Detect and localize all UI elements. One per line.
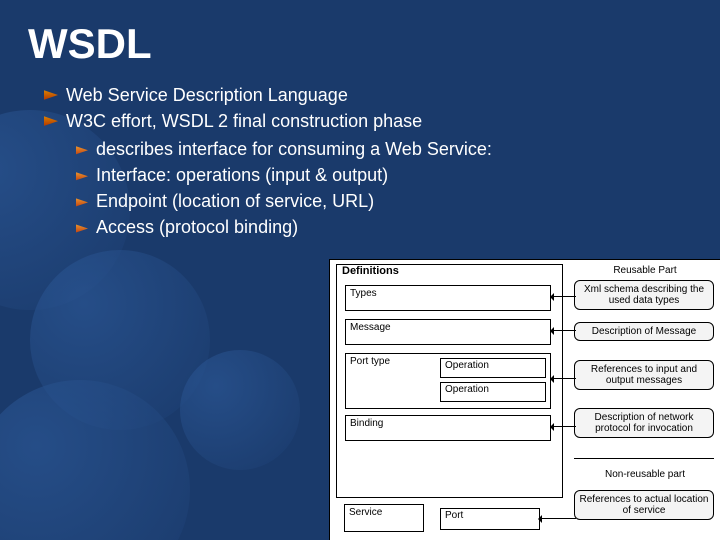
message-box: Message [345, 319, 551, 345]
definitions-box: Definitions Types Message Port type Oper… [336, 264, 563, 498]
desc-location: References to actual location of service [574, 490, 714, 520]
arrow-icon [552, 296, 576, 297]
porttype-box: Port type Operation Operation [345, 353, 551, 409]
reusable-label: Reusable Part [576, 262, 714, 279]
list-item: Interface: operations (input & output) [76, 162, 720, 188]
operation-box: Operation [440, 382, 546, 402]
arrow-icon [552, 330, 576, 331]
list-item: Web Service Description Language [44, 82, 720, 108]
list-item: Access (protocol binding) [76, 214, 720, 240]
types-box: Types [345, 285, 551, 311]
operation-box: Operation [440, 358, 546, 378]
list-item: describes interface for consuming a Web … [76, 136, 720, 162]
list-item: Endpoint (location of service, URL) [76, 188, 720, 214]
desc-refs: References to input and output messages [574, 360, 714, 390]
definitions-title: Definitions [336, 264, 405, 278]
divider [574, 458, 714, 459]
slide-title: WSDL [0, 0, 720, 68]
nonreusable-label: Non-reusable part [576, 466, 714, 483]
desc-network: Description of network protocol for invo… [574, 408, 714, 438]
port-box: Port [440, 508, 540, 530]
desc-message: Description of Message [574, 322, 714, 341]
service-box: Service [344, 504, 424, 532]
arrow-icon [552, 426, 576, 427]
desc-xml: Xml schema describing the used data type… [574, 280, 714, 310]
wsdl-diagram: Definitions Types Message Port type Oper… [329, 259, 720, 540]
bullet-list: Web Service Description Language W3C eff… [0, 82, 720, 241]
binding-box: Binding [345, 415, 551, 441]
arrow-icon [552, 378, 576, 379]
arrow-icon [540, 518, 576, 519]
list-item: W3C effort, WSDL 2 final construction ph… [44, 108, 720, 240]
